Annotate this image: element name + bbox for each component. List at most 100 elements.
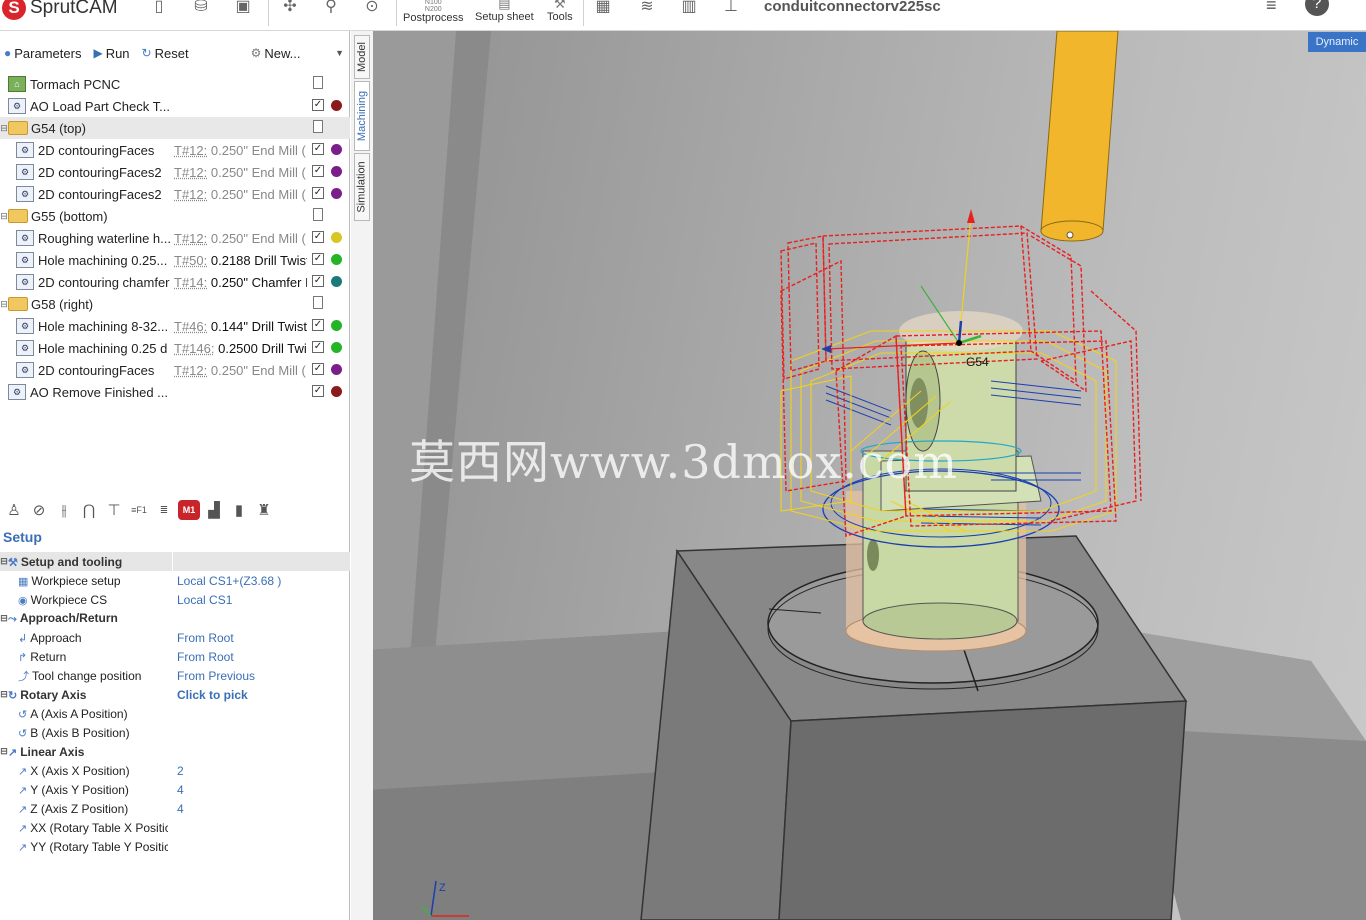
enabled-checkbox[interactable]: ✓ (312, 363, 324, 375)
property-group[interactable]: ⊟ ⤳ Approach/Return (0, 609, 350, 628)
property-group[interactable]: ⊟ ↗ Linear Axis (0, 742, 350, 761)
reset-label: Reset (154, 45, 189, 61)
enabled-checkbox[interactable]: ✓ (312, 341, 324, 353)
property-row[interactable]: ⤴ Tool change position From Previous (0, 666, 350, 685)
property-row[interactable]: ↗ X (Axis X Position) 2 (0, 761, 350, 780)
tree-operation[interactable]: ⚙ 2D contouring chamfer T#14: 0.250" Chamf… (0, 271, 350, 293)
property-group[interactable]: ⊟ ⚒ Setup and tooling (0, 552, 350, 571)
tools-button[interactable]: ⚒ Tools (547, 0, 573, 23)
property-row[interactable]: ↗ Z (Axis Z Position) 4 (0, 799, 350, 818)
enabled-checkbox[interactable]: ✓ (312, 231, 324, 243)
fixture-tab-icon[interactable]: ▟ (203, 500, 225, 520)
cycle-tab-icon[interactable]: ≣ (153, 500, 175, 520)
setup-sheet-button[interactable]: ▤ Setup sheet (475, 0, 534, 23)
import-icon[interactable]: ✣ (279, 0, 301, 16)
strategy-tab-icon[interactable]: ⋂ (78, 500, 100, 520)
property-value[interactable] (172, 552, 350, 571)
help-icon[interactable]: ? (1305, 0, 1329, 16)
new-operation-button[interactable]: ⚙ New... (251, 46, 301, 61)
machine-tab-icon[interactable]: ♜ (253, 500, 275, 520)
save-icon[interactable]: ▣ (232, 0, 254, 16)
property-row[interactable]: ↗ Y (Axis Y Position) 4 (0, 780, 350, 799)
measure-icon[interactable]: ⊥ (720, 0, 742, 16)
tree-operation[interactable]: ⚙ 2D contouringFaces2 T#12: 0.250" End Mil… (0, 161, 350, 183)
property-row[interactable]: ↲ Approach From Root (0, 628, 350, 647)
feeds-tab-icon[interactable]: ⫲ (53, 500, 75, 520)
setup-tab-icon[interactable]: ♙ (3, 500, 25, 520)
note-icon[interactable] (313, 296, 323, 309)
tree-operation[interactable]: ⚙ Hole machining 0.25... T#50: 0.2188 Dril… (0, 249, 350, 271)
enabled-checkbox[interactable]: ✓ (312, 319, 324, 331)
property-row[interactable]: ↱ Return From Root (0, 647, 350, 666)
parameters-button[interactable]: ● Parameters (4, 46, 81, 61)
note-icon[interactable] (313, 120, 323, 133)
property-value[interactable]: 4 (177, 802, 184, 816)
tree-machine[interactable]: ⌂ Tormach PCNC (0, 73, 350, 95)
property-value[interactable]: Local CS1 (177, 593, 232, 607)
property-value[interactable]: Local CS1+(Z3.68 ) (177, 574, 281, 588)
dynamic-mode-badge[interactable]: Dynamic (1308, 32, 1366, 52)
stock-tab-icon[interactable]: ▮ (228, 500, 250, 520)
note-icon[interactable] (313, 208, 323, 221)
property-group[interactable]: ⊟ ↻ Rotary Axis Click to pick (0, 685, 350, 704)
view-icon[interactable]: ⊙ (361, 0, 383, 16)
property-value[interactable]: 4 (177, 783, 184, 797)
tab-model[interactable]: Model (354, 35, 370, 79)
enabled-checkbox[interactable]: ✓ (312, 253, 324, 265)
tree-group[interactable]: ⊟ G54 (top) (0, 117, 350, 139)
tool-tab-icon[interactable]: ⊘ (28, 500, 50, 520)
collapse-icon[interactable]: ⊟ (0, 746, 8, 757)
calculator-icon[interactable]: ▦ (592, 0, 614, 16)
tree-operation[interactable]: ⚙ Hole machining 0.25 d T#146: 0.2500 Dril… (0, 337, 350, 359)
new-file-icon[interactable]: ▯ (148, 0, 170, 16)
tree-operation[interactable]: ⚙ AO Remove Finished ... ✓ (0, 381, 350, 403)
new-operation-dropdown-icon[interactable]: ▼ (335, 48, 344, 58)
3d-viewport[interactable]: Z G54 莫西网www.3dmox.com Dynamic (351, 31, 1366, 920)
tree-group[interactable]: ⊟ G55 (bottom) (0, 205, 350, 227)
m1-stop-icon[interactable]: M1 (178, 500, 200, 520)
cooling-tab-icon[interactable]: ⊤ (103, 500, 125, 520)
tree-group[interactable]: ⊟ G58 (right) (0, 293, 350, 315)
enabled-checkbox[interactable]: ✓ (312, 99, 324, 111)
collapse-icon[interactable]: ⊟ (0, 556, 8, 567)
run-button[interactable]: ▶ Run (93, 46, 129, 61)
tree-operation[interactable]: ⚙ Roughing waterline h... T#12: 0.250" End… (0, 227, 350, 249)
menu-icon[interactable]: ≡ (1266, 0, 1277, 16)
feature-tab-icon[interactable]: ≡F1 (128, 500, 150, 520)
property-value[interactable]: From Root (177, 650, 234, 664)
tree-operation[interactable]: ⚙ AO Load Part Check T... ✓ (0, 95, 350, 117)
enabled-checkbox[interactable]: ✓ (312, 187, 324, 199)
collapse-icon[interactable]: ⊟ (0, 299, 8, 310)
property-row[interactable]: ◉ Workpiece CS Local CS1 (0, 590, 350, 609)
tree-operation[interactable]: ⚙ 2D contouringFaces2 T#12: 0.250" End Mil… (0, 183, 350, 205)
tree-operation[interactable]: ⚙ 2D contouringFaces T#12: 0.250" End Mill… (0, 139, 350, 161)
machine-icon[interactable]: ⚲ (320, 0, 342, 16)
property-value[interactable]: From Previous (177, 669, 255, 683)
open-file-icon[interactable]: ⛁ (190, 0, 212, 16)
toolpath-view-icon[interactable]: ≋ (636, 0, 658, 16)
note-icon[interactable] (313, 76, 323, 89)
collapse-icon[interactable]: ⊟ (0, 689, 8, 700)
collapse-icon[interactable]: ⊟ (0, 613, 8, 624)
enabled-checkbox[interactable]: ✓ (312, 143, 324, 155)
property-row[interactable]: ↺ A (Axis A Position) (0, 704, 350, 723)
property-value[interactable]: Click to pick (177, 688, 248, 702)
property-row[interactable]: ↗ XX (Rotary Table X Positic (0, 818, 350, 837)
tree-operation[interactable]: ⚙ Hole machining 8-32... T#46: 0.144" Dril… (0, 315, 350, 337)
collapse-icon[interactable]: ⊟ (0, 123, 8, 134)
property-row[interactable]: ↺ B (Axis B Position) (0, 723, 350, 742)
tab-machining[interactable]: Machining (354, 81, 370, 151)
tool-library-icon[interactable]: ▥ (678, 0, 700, 16)
property-value[interactable]: 2 (177, 764, 184, 778)
tree-operation[interactable]: ⚙ 2D contouringFaces T#12: 0.250" End Mill… (0, 359, 350, 381)
postprocess-button[interactable]: N100 N200 Postprocess (403, 0, 464, 24)
enabled-checkbox[interactable]: ✓ (312, 165, 324, 177)
enabled-checkbox[interactable]: ✓ (312, 275, 324, 287)
reset-button[interactable]: ↻ Reset (142, 46, 189, 61)
enabled-checkbox[interactable]: ✓ (312, 385, 324, 397)
property-row[interactable]: ↗ YY (Rotary Table Y Positic (0, 837, 350, 856)
property-value[interactable]: From Root (177, 631, 234, 645)
tab-simulation[interactable]: Simulation (354, 153, 370, 221)
property-row[interactable]: ▦ Workpiece setup Local CS1+(Z3.68 ) (0, 571, 350, 590)
collapse-icon[interactable]: ⊟ (0, 211, 8, 222)
